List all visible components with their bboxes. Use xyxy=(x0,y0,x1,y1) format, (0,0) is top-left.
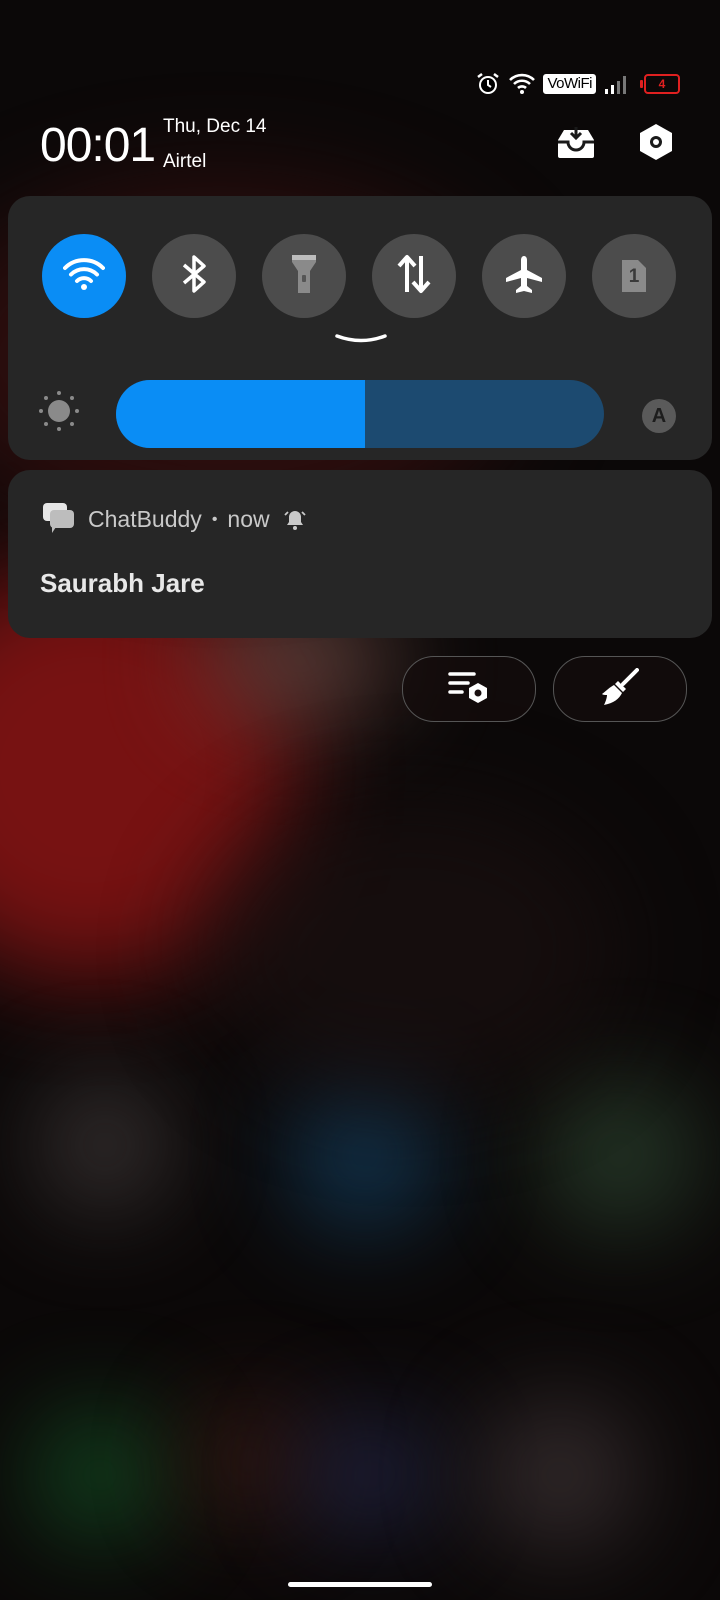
sim-toggle[interactable]: 1 xyxy=(592,234,676,318)
status-bar: VoWiFi 4 xyxy=(475,68,680,100)
notification-time: now xyxy=(227,506,270,532)
airplane-mode-toggle[interactable] xyxy=(482,234,566,318)
inbox-icon xyxy=(556,124,596,165)
chat-app-icon xyxy=(42,502,76,539)
flashlight-icon xyxy=(290,253,318,300)
expand-chevron-icon[interactable] xyxy=(334,332,388,351)
wifi-icon xyxy=(509,73,536,95)
gear-icon xyxy=(638,123,674,166)
brightness-icon xyxy=(38,390,80,437)
notification-title: Saurabh Jare xyxy=(40,568,205,598)
settings-button[interactable] xyxy=(636,123,676,166)
notification-settings-button[interactable] xyxy=(402,656,536,722)
clear-all-button[interactable] xyxy=(553,656,687,722)
cellular-signal-icon xyxy=(604,73,630,95)
notification-card[interactable]: ChatBuddy • now Saurabh Jare xyxy=(8,470,712,638)
airplane-icon xyxy=(504,254,544,299)
flashlight-toggle[interactable] xyxy=(262,234,346,318)
bluetooth-toggle[interactable] xyxy=(152,234,236,318)
sim-number: 1 xyxy=(628,266,640,287)
mobile-data-toggle[interactable] xyxy=(372,234,456,318)
bluetooth-icon xyxy=(179,254,209,299)
brightness-slider-fill xyxy=(116,380,365,448)
notification-header: ChatBuddy • now xyxy=(88,506,306,533)
broom-icon xyxy=(601,667,639,711)
alarm-icon xyxy=(475,71,501,97)
quick-settings-panel: 1 A xyxy=(8,196,712,460)
wifi-toggle[interactable] xyxy=(42,234,126,318)
mobile-data-icon xyxy=(396,254,432,299)
brightness-slider[interactable] xyxy=(116,380,604,448)
carrier-name: Airtel xyxy=(163,151,207,172)
vowifi-badge: VoWiFi xyxy=(543,74,596,94)
notification-app-name: ChatBuddy xyxy=(88,506,202,532)
inbox-button[interactable] xyxy=(556,124,596,164)
auto-brightness-button[interactable]: A xyxy=(642,399,676,433)
wifi-icon xyxy=(63,257,105,296)
battery-icon: 4 xyxy=(640,74,680,94)
sim-card-icon: 1 xyxy=(619,257,649,295)
bell-alert-icon xyxy=(283,509,306,531)
home-indicator[interactable] xyxy=(288,1582,432,1587)
clock: 00:01 xyxy=(40,119,156,172)
notification-settings-icon xyxy=(448,670,490,709)
notification-separator: • xyxy=(211,510,218,528)
date: Thu, Dec 14 xyxy=(163,116,267,137)
